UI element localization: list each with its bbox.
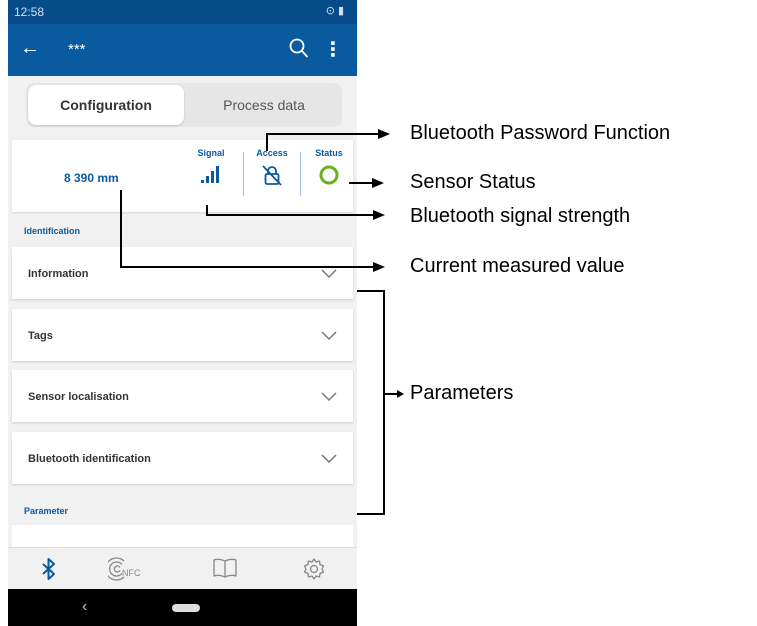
panel-tags[interactable]: Tags — [12, 309, 353, 361]
search-icon[interactable] — [289, 37, 309, 64]
nfc-icon[interactable]: NFC — [108, 557, 148, 583]
back-arrow-icon[interactable]: ← — [20, 37, 40, 60]
system-back-icon[interactable]: ‹ — [82, 598, 87, 616]
panel-bluetooth-identification[interactable]: Bluetooth identification — [12, 432, 353, 484]
status-circle-icon — [301, 164, 357, 191]
app-bar: ← *** ⋮ — [8, 24, 357, 76]
panel-label: Information — [28, 268, 89, 280]
tab-process-data[interactable]: Process data — [186, 85, 342, 125]
status-indicator: Status — [301, 148, 357, 191]
settings-gear-icon[interactable] — [302, 557, 326, 586]
chevron-down-icon[interactable] — [321, 266, 337, 284]
chevron-down-icon[interactable] — [321, 389, 337, 407]
access-label: Access — [256, 148, 288, 158]
callout-parameters: Parameters — [410, 382, 514, 404]
device-title: *** — [68, 41, 86, 58]
tab-configuration[interactable]: Configuration — [28, 85, 184, 125]
status-label: Status — [315, 148, 343, 158]
book-icon[interactable] — [212, 557, 238, 584]
panel-partial — [12, 525, 353, 547]
signal-indicator: Signal — [183, 148, 239, 189]
status-time: 12:58 — [14, 5, 45, 19]
status-bar: 12:58 ⊙▮ — [8, 0, 357, 24]
callout-signal-strength: Bluetooth signal strength — [410, 205, 631, 227]
system-navigation-bar: ‹ — [8, 589, 357, 626]
signal-label: Signal — [197, 148, 225, 158]
callout-password-function: Bluetooth Password Function — [410, 122, 671, 144]
chevron-down-icon[interactable] — [321, 451, 337, 469]
panel-sensor-localisation[interactable]: Sensor localisation — [12, 370, 353, 422]
tab-bar: Configuration Process data — [26, 83, 342, 127]
battery-icon: ▮ — [337, 5, 347, 17]
cast-icon: ⊙ — [325, 5, 338, 17]
panel-label: Tags — [28, 330, 53, 342]
bluetooth-icon[interactable] — [40, 557, 58, 586]
phone-screen: 12:58 ⊙▮ ← *** ⋮ Configuration Process d… — [8, 0, 357, 626]
lock-disabled-icon — [244, 164, 300, 191]
panel-information[interactable]: Information — [12, 247, 353, 299]
nfc-label: NFC — [122, 568, 141, 578]
bottom-navigation: NFC — [8, 547, 357, 590]
overview-card: 8 390 mm Signal Access Status — [12, 140, 353, 212]
access-indicator: Access — [244, 148, 300, 191]
panel-label: Bluetooth identification — [28, 453, 151, 465]
measured-value: 8 390 mm — [64, 171, 119, 185]
system-home-pill[interactable] — [172, 604, 200, 612]
section-identification: Identification — [24, 226, 80, 236]
status-icons: ⊙▮ — [326, 4, 347, 17]
chevron-down-icon[interactable] — [321, 328, 337, 346]
callout-sensor-status: Sensor Status — [410, 171, 536, 193]
callout-measured-value: Current measured value — [410, 255, 625, 277]
section-parameter: Parameter — [24, 506, 69, 516]
signal-strength-icon — [183, 164, 239, 189]
panel-label: Sensor localisation — [28, 391, 129, 403]
more-options-icon[interactable]: ⋮ — [323, 37, 343, 62]
